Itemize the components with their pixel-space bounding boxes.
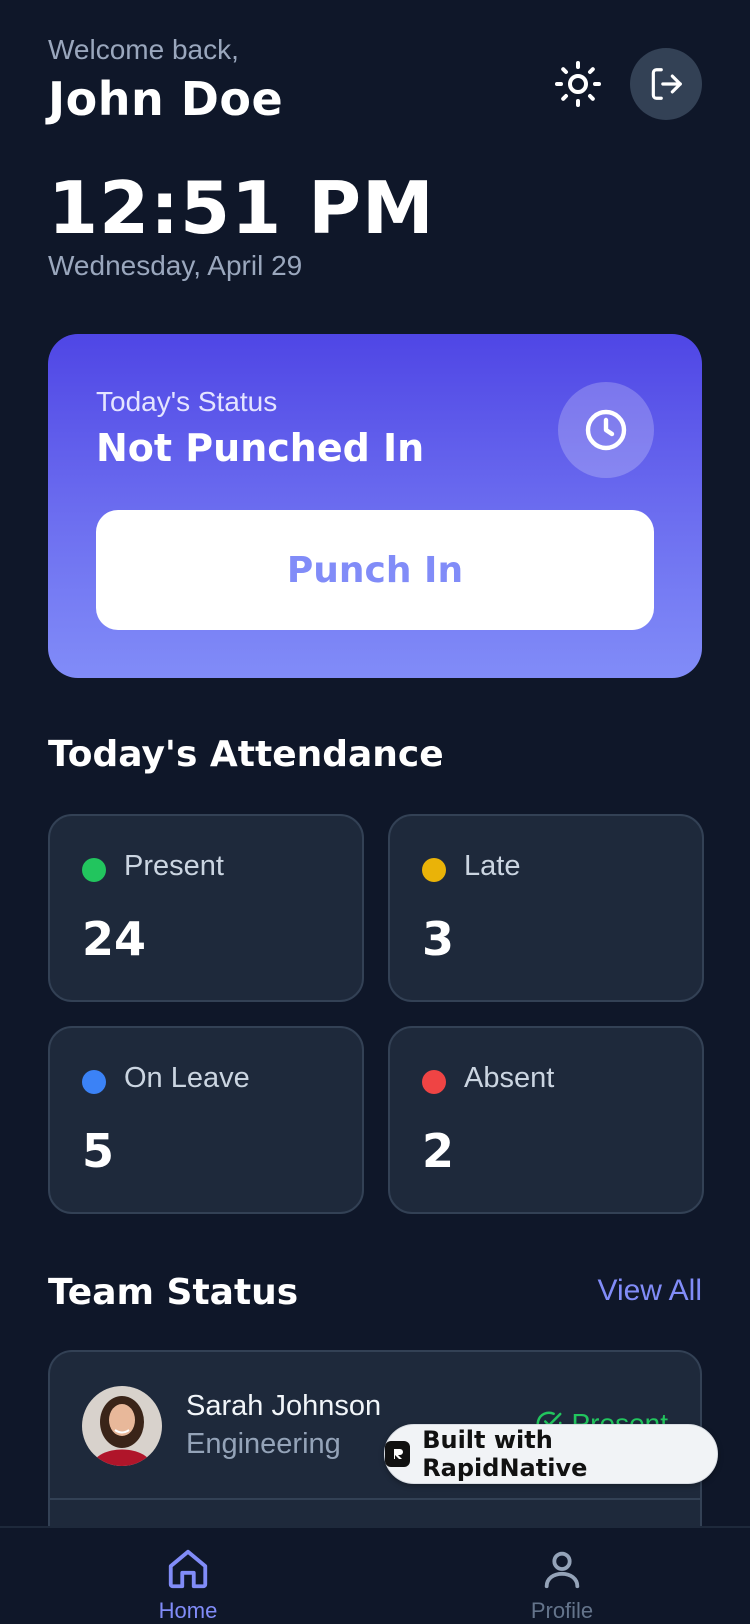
divider	[50, 1498, 700, 1500]
stat-card-present: Present 24	[48, 814, 364, 1002]
current-date: Wednesday, April 29	[48, 250, 303, 281]
avatar	[82, 1386, 162, 1466]
current-time: 12:51 PM	[48, 166, 435, 250]
view-all-link[interactable]: View All	[597, 1274, 702, 1308]
clock-icon	[585, 409, 627, 451]
stat-value: 3	[422, 912, 455, 966]
stat-label: Present	[124, 850, 224, 882]
rapidnative-logo-icon	[385, 1441, 411, 1467]
stat-value: 2	[422, 1124, 455, 1178]
stat-label: Late	[464, 850, 521, 882]
stat-value: 5	[82, 1124, 115, 1178]
nav-home[interactable]: Home	[128, 1546, 248, 1624]
built-with-badge[interactable]: Built with RapidNative	[384, 1424, 718, 1484]
status-label: Today's Status	[96, 386, 278, 417]
present-dot	[82, 858, 106, 882]
late-dot	[422, 858, 446, 882]
logout-icon	[651, 68, 682, 100]
badge-label: Built with RapidNative	[422, 1426, 588, 1482]
attendance-title: Today's Attendance	[48, 734, 444, 775]
on-leave-dot	[82, 1070, 106, 1094]
status-icon-container	[558, 382, 654, 478]
header: Welcome back, John Doe	[48, 34, 702, 134]
member-name: Sarah Johnson	[186, 1390, 382, 1422]
team-status-title: Team Status	[48, 1272, 299, 1313]
nav-home-label: Home	[158, 1598, 218, 1623]
stat-value: 24	[82, 912, 147, 966]
nav-profile[interactable]: Profile	[502, 1546, 622, 1624]
header-actions	[552, 48, 702, 120]
status-value: Not Punched In	[96, 426, 425, 470]
absent-dot	[422, 1070, 446, 1094]
stat-label: On Leave	[124, 1062, 250, 1094]
punch-in-button[interactable]: Punch In	[96, 510, 654, 630]
theme-toggle-button[interactable]	[552, 58, 604, 110]
logout-button[interactable]	[630, 48, 702, 120]
stat-card-late: Late 3	[388, 814, 704, 1002]
nav-profile-label: Profile	[530, 1598, 594, 1623]
status-card: Today's Status Not Punched In Punch In	[48, 334, 702, 678]
bottom-nav: Home Profile	[0, 1526, 750, 1624]
stat-label: Absent	[464, 1062, 555, 1094]
user-icon	[544, 1551, 580, 1589]
sun-icon	[555, 61, 601, 107]
home-icon	[168, 1549, 208, 1589]
stat-card-absent: Absent 2	[388, 1026, 704, 1214]
stat-card-on-leave: On Leave 5	[48, 1026, 364, 1214]
member-department: Engineering	[186, 1428, 341, 1460]
